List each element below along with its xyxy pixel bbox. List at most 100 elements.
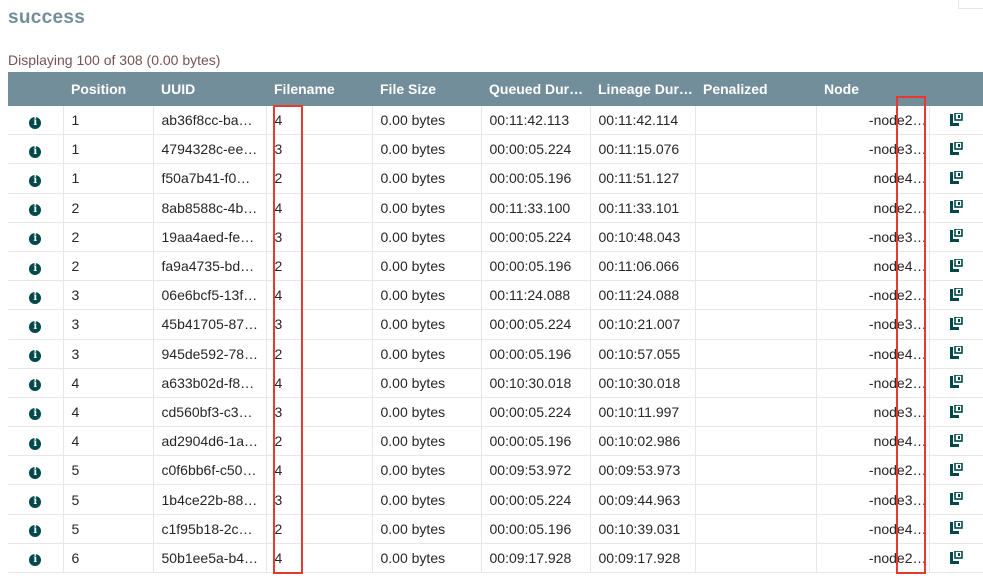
col-penalized[interactable]: Penalized — [695, 72, 816, 106]
info-icon[interactable]: i — [29, 466, 42, 479]
position-cell: 6 — [62, 543, 153, 574]
info-icon[interactable]: i — [29, 233, 42, 246]
lineage-duration-cell: 00:11:06.066 — [589, 251, 695, 282]
position-cell: 3 — [62, 339, 153, 369]
provenance-cell — [928, 280, 983, 311]
top-right-button[interactable] — [958, 0, 983, 9]
col-node[interactable]: Node — [816, 72, 929, 106]
info-cell: i — [8, 222, 63, 252]
queued-duration-cell: 00:00:05.224 — [480, 309, 590, 340]
table-row: i 2 19aa4aed-fe… 3 0.00 bytes 00:00:05.224 00:… — [8, 222, 983, 252]
info-icon[interactable]: i — [29, 496, 42, 509]
position-cell: 2 — [62, 222, 153, 252]
uuid-cell: c0f6bb6f-c50… — [152, 455, 266, 486]
uuid-cell: ab36f8cc-ba… — [152, 106, 266, 136]
info-icon[interactable]: i — [29, 204, 42, 217]
provenance-icon[interactable] — [949, 403, 963, 421]
table-row: i 5 c0f6bb6f-c50… 4 0.00 bytes 00:09:53.972 00… — [8, 455, 983, 486]
col-provenance — [929, 72, 983, 106]
info-icon[interactable]: i — [29, 291, 42, 304]
provenance-icon[interactable] — [949, 170, 963, 187]
info-icon[interactable]: i — [29, 379, 42, 392]
position-cell: 5 — [62, 455, 153, 486]
penalized-cell — [694, 397, 816, 428]
col-lineage-duration[interactable]: Lineage Dur… — [590, 72, 695, 106]
node-cell: -node3… — [815, 222, 929, 252]
provenance-icon[interactable] — [949, 345, 963, 362]
queued-duration-cell: 00:00:05.196 — [480, 514, 590, 544]
file-size-cell: 0.00 bytes — [371, 280, 481, 311]
file-size-cell: 0.00 bytes — [371, 106, 481, 136]
provenance-icon[interactable] — [949, 374, 963, 391]
table-row: i 4 ad2904d6-1a… 2 0.00 bytes 00:00:05.196 00:… — [8, 426, 983, 457]
node-cell: -node2… — [815, 280, 929, 311]
info-icon[interactable]: i — [29, 437, 42, 450]
lineage-duration-cell: 00:10:02.986 — [589, 426, 695, 457]
provenance-cell — [928, 455, 983, 486]
provenance-cell — [928, 368, 983, 398]
provenance-icon[interactable] — [949, 432, 963, 450]
penalized-cell — [694, 106, 816, 136]
table-row: i 1 f50a7b41-f0… 2 0.00 bytes 00:00:05.196 00:… — [8, 163, 983, 194]
lineage-duration-cell: 00:11:42.114 — [589, 106, 695, 136]
penalized-cell — [694, 163, 816, 194]
queued-duration-cell: 00:09:53.972 — [480, 455, 590, 486]
provenance-icon[interactable] — [949, 141, 963, 158]
provenance-icon[interactable] — [949, 549, 963, 567]
filename-cell: 4 — [265, 455, 372, 486]
provenance-icon[interactable] — [949, 462, 963, 479]
info-icon[interactable]: i — [29, 116, 42, 129]
provenance-cell — [928, 251, 983, 282]
provenance-cell — [928, 426, 983, 457]
info-icon[interactable]: i — [29, 145, 42, 158]
info-icon[interactable]: i — [29, 408, 42, 421]
table-row: i 1 ab36f8cc-ba… 4 0.00 bytes 00:11:42.113 00:… — [8, 106, 983, 136]
queued-duration-cell: 00:09:17.928 — [480, 543, 590, 574]
provenance-icon[interactable] — [949, 491, 963, 508]
table-row: i 2 fa9a4735-bd… 2 0.00 bytes 00:00:05.196 00:… — [8, 251, 983, 282]
info-icon[interactable]: i — [29, 525, 42, 538]
node-cell: -node2… — [815, 106, 929, 136]
provenance-icon[interactable] — [949, 111, 963, 129]
filename-cell: 3 — [265, 397, 372, 428]
file-size-cell: 0.00 bytes — [371, 514, 481, 544]
lineage-duration-cell: 00:11:51.127 — [589, 163, 695, 194]
file-size-cell: 0.00 bytes — [371, 426, 481, 457]
info-cell: i — [8, 543, 63, 574]
info-cell: i — [8, 193, 63, 223]
filename-cell: 2 — [265, 426, 372, 457]
col-file-size[interactable]: File Size — [372, 72, 481, 106]
provenance-icon[interactable] — [949, 199, 963, 216]
uuid-cell: ad2904d6-1a… — [152, 426, 266, 457]
col-queued-duration[interactable]: Queued Dura… — [481, 72, 590, 106]
provenance-icon[interactable] — [949, 316, 963, 333]
queued-duration-cell: 00:00:05.196 — [480, 426, 590, 457]
info-cell: i — [8, 280, 63, 311]
info-icon[interactable]: i — [29, 320, 42, 333]
queue-summary: Displaying 100 of 308 (0.00 bytes) — [8, 52, 221, 68]
penalized-cell — [694, 368, 816, 398]
position-cell: 4 — [62, 397, 153, 428]
provenance-icon[interactable] — [949, 287, 963, 304]
col-filename[interactable]: Filename — [266, 72, 372, 106]
file-size-cell: 0.00 bytes — [371, 193, 481, 223]
node-cell: -node3… — [815, 309, 929, 340]
provenance-cell — [928, 484, 983, 515]
info-icon[interactable]: i — [29, 262, 42, 275]
queued-duration-cell: 00:00:05.224 — [480, 134, 590, 165]
col-uuid[interactable]: UUID — [153, 72, 266, 106]
provenance-icon[interactable] — [949, 228, 963, 245]
queued-duration-cell: 00:11:24.088 — [480, 280, 590, 311]
info-icon[interactable]: i — [29, 350, 42, 363]
page-title: success — [8, 7, 86, 28]
col-position[interactable]: Position — [63, 72, 153, 106]
penalized-cell — [694, 543, 816, 574]
provenance-cell — [928, 309, 983, 340]
provenance-icon[interactable] — [949, 520, 963, 537]
filename-cell: 3 — [265, 309, 372, 340]
info-cell: i — [8, 514, 63, 544]
info-icon[interactable]: i — [29, 554, 42, 567]
provenance-icon[interactable] — [949, 257, 963, 275]
info-icon[interactable]: i — [29, 174, 42, 187]
file-size-cell: 0.00 bytes — [371, 163, 481, 194]
